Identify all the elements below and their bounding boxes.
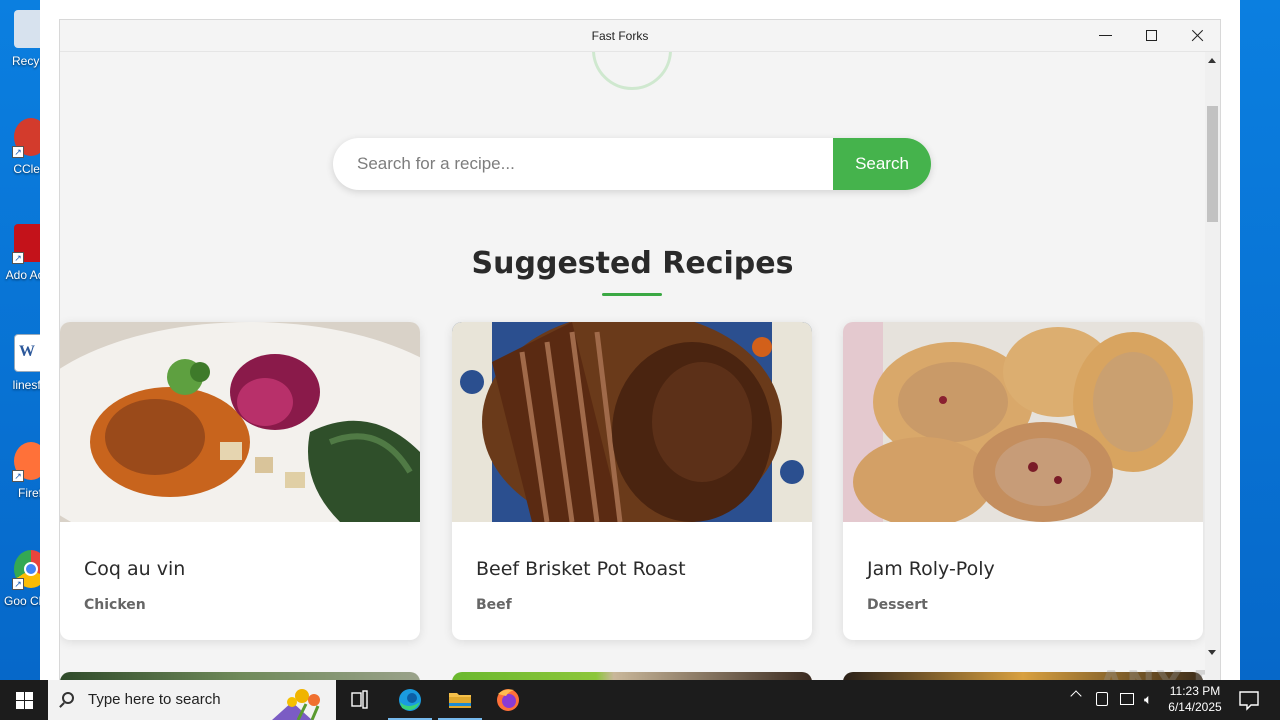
recipe-name: Jam Roly-Poly [867, 558, 995, 580]
recipe-card[interactable]: Beef Brisket Pot Roast Beef [452, 322, 812, 640]
folder-icon [449, 693, 471, 708]
section-title: Suggested Recipes [471, 246, 794, 281]
scroll-up-icon[interactable] [1208, 58, 1216, 63]
chevron-up-icon[interactable] [1070, 690, 1082, 702]
recipe-photo [452, 322, 812, 522]
taskbar-file-explorer[interactable] [436, 680, 484, 720]
jam-roly-poly-image [843, 322, 1203, 522]
maximize-button[interactable] [1128, 20, 1174, 52]
notifications-button[interactable] [1232, 680, 1280, 720]
task-view-icon [351, 690, 368, 709]
app-window: Fast Forks Search Suggested Recipes [40, 0, 1240, 680]
taskbar-search-box[interactable]: Type here to search [48, 680, 336, 720]
recipe-card[interactable]: Coq au vin Chicken [60, 322, 420, 640]
close-button[interactable] [1174, 20, 1220, 52]
watermark-logo: ANY.RUN [1098, 664, 1205, 680]
search-icon [62, 692, 74, 704]
edge-icon [399, 689, 421, 711]
clock-time: 11:23 PM [1169, 684, 1221, 698]
vertical-scrollbar[interactable] [1205, 52, 1220, 680]
firefox-icon [497, 689, 519, 711]
recipe-category: Dessert [867, 597, 928, 613]
beef-brisket-image [452, 322, 812, 522]
taskbar: Type here to search 🔈︎ 11:23 PM 6/14/202… [0, 680, 1280, 720]
loading-spinner [592, 52, 672, 90]
recipe-card-partial[interactable] [60, 672, 420, 680]
recipe-photo [843, 322, 1203, 522]
recipe-card[interactable]: Jam Roly-Poly Dessert [843, 322, 1203, 640]
taskbar-edge[interactable] [386, 680, 434, 720]
shortcut-arrow-icon: ↗ [12, 146, 24, 158]
recipe-category: Chicken [84, 597, 146, 613]
device-icon[interactable] [1096, 692, 1108, 706]
task-view-button[interactable] [336, 680, 384, 720]
notification-icon [1239, 691, 1259, 711]
minimize-icon [1099, 35, 1112, 36]
window-frame: Fast Forks Search Suggested Recipes [60, 20, 1220, 680]
taskbar-search-placeholder: Type here to search [88, 691, 221, 708]
taskbar-firefox[interactable] [484, 680, 532, 720]
scrollbar-thumb[interactable] [1207, 106, 1218, 222]
recipe-category: Beef [476, 597, 512, 613]
recipe-name: Coq au vin [84, 558, 186, 580]
page-content: Search Suggested Recipes [60, 52, 1205, 680]
shortcut-arrow-icon: ↗ [12, 252, 24, 264]
window-title: Fast Forks [591, 29, 649, 43]
search-highlight-flowers-icon [272, 689, 320, 720]
scroll-down-icon[interactable] [1208, 650, 1216, 655]
shortcut-arrow-icon: ↗ [12, 578, 24, 590]
search-bar: Search [333, 138, 931, 190]
recipe-name: Beef Brisket Pot Roast [476, 558, 686, 580]
maximize-icon [1146, 30, 1157, 41]
title-bar[interactable]: Fast Forks [60, 20, 1220, 52]
minimize-button[interactable] [1082, 20, 1128, 52]
recipe-card-partial[interactable] [452, 672, 812, 680]
network-icon[interactable] [1120, 693, 1134, 705]
search-input[interactable] [333, 138, 833, 190]
coq-au-vin-image [60, 322, 420, 522]
title-underline [602, 293, 662, 296]
recipe-photo [60, 322, 420, 522]
search-button[interactable]: Search [833, 138, 931, 190]
start-button[interactable] [0, 680, 48, 720]
taskbar-clock[interactable]: 11:23 PM 6/14/2025 [1150, 683, 1240, 715]
shortcut-arrow-icon: ↗ [12, 470, 24, 482]
clock-date: 6/14/2025 [1168, 700, 1222, 714]
